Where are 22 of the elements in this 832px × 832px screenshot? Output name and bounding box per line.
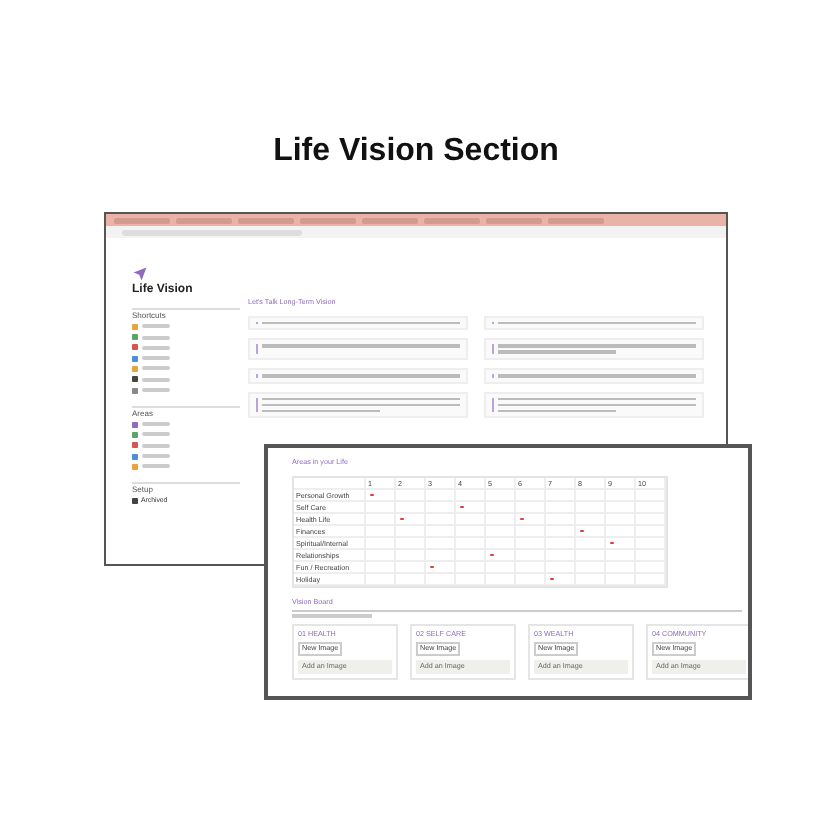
- sidebar-item[interactable]: [141, 377, 169, 382]
- browser-tab[interactable]: [238, 217, 294, 223]
- sidebar-item[interactable]: [141, 464, 169, 469]
- sidebar-item[interactable]: [141, 443, 169, 448]
- sidebar-item[interactable]: [141, 356, 169, 361]
- sidebar-item[interactable]: [141, 432, 169, 437]
- paper-plane-icon: [132, 266, 148, 282]
- sidebar-item[interactable]: [141, 324, 169, 329]
- sidebar-item[interactable]: [141, 345, 169, 350]
- browser-tab[interactable]: [114, 217, 170, 223]
- browser-tab[interactable]: [486, 217, 542, 223]
- browser-tab[interactable]: [362, 217, 418, 223]
- sidebar-item[interactable]: [141, 422, 169, 427]
- browser-tab[interactable]: [300, 217, 356, 223]
- address-field[interactable]: [122, 229, 302, 235]
- sidebar-item[interactable]: [141, 335, 169, 340]
- sidebar-item[interactable]: [141, 366, 169, 371]
- browser-tab[interactable]: [548, 217, 604, 223]
- sidebar-item[interactable]: [141, 388, 169, 393]
- browser-tab[interactable]: [424, 217, 480, 223]
- browser-tab[interactable]: [176, 217, 232, 223]
- page-heading: Life Vision Section: [271, 132, 561, 172]
